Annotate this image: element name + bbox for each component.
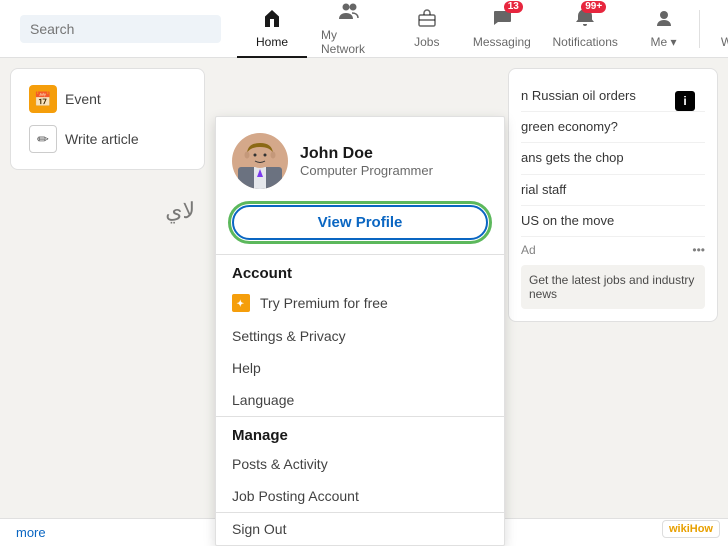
left-sidebar: 📅 Event ✏ Write article لاي xyxy=(0,58,215,546)
sign-out-item[interactable]: Sign Out xyxy=(216,513,504,545)
nav-item-work[interactable]: Work ▾ xyxy=(699,0,728,58)
posts-activity-label: Posts & Activity xyxy=(232,456,328,472)
settings-label: Settings & Privacy xyxy=(232,328,346,344)
wikihow-badge: wikiHow xyxy=(662,520,720,538)
nav-jobs-label: Jobs xyxy=(414,35,439,49)
arabic-text: لاي xyxy=(10,178,205,244)
svg-text:✦: ✦ xyxy=(237,299,245,309)
home-icon xyxy=(261,7,283,33)
nav-item-me[interactable]: Me ▾ xyxy=(629,0,699,58)
premium-icon: ✦ xyxy=(232,294,250,312)
event-icon: 📅 xyxy=(29,85,57,113)
nav-items: Home My Network Jobs 13 Messaging xyxy=(237,0,728,58)
notifications-badge: 99+ xyxy=(581,1,606,13)
ad-dots: ••• xyxy=(692,243,705,257)
news-card: i n Russian oil orders green economy? an… xyxy=(508,68,718,322)
sidebar-item-write[interactable]: ✏ Write article xyxy=(21,119,194,159)
dropdown-profile: John Doe Computer Programmer xyxy=(216,117,504,201)
messaging-badge: 13 xyxy=(504,1,523,13)
settings-item[interactable]: Settings & Privacy xyxy=(216,320,504,352)
language-label: Language xyxy=(232,392,294,408)
language-item[interactable]: Language xyxy=(216,384,504,416)
view-profile-button[interactable]: View Profile xyxy=(232,205,488,240)
dropdown-menu: John Doe Computer Programmer View Profil… xyxy=(215,116,505,546)
job-posting-item[interactable]: Job Posting Account xyxy=(216,480,504,512)
info-icon[interactable]: i xyxy=(675,91,695,111)
sidebar-item-event[interactable]: 📅 Event xyxy=(21,79,194,119)
news-subscribe: Get the latest jobs and industry news xyxy=(521,265,705,309)
news-item-3: ans gets the chop xyxy=(521,143,705,174)
help-item[interactable]: Help xyxy=(216,352,504,384)
sign-out-label: Sign Out xyxy=(232,521,286,537)
account-section-label: Account xyxy=(216,255,504,286)
nav-me-label: Me ▾ xyxy=(650,35,676,49)
messaging-icon: 13 xyxy=(491,7,513,33)
search-input[interactable] xyxy=(20,15,221,43)
wikihow-how: How xyxy=(690,523,713,535)
jobs-icon xyxy=(416,7,438,33)
job-posting-label: Job Posting Account xyxy=(232,488,359,504)
nav-network-label: My Network xyxy=(321,28,378,56)
right-news: i n Russian oil orders green economy? an… xyxy=(498,58,728,546)
nav-home-label: Home xyxy=(256,35,288,49)
more-label: more xyxy=(16,525,46,540)
nav-item-jobs[interactable]: Jobs xyxy=(392,0,462,58)
notifications-icon: 99+ xyxy=(574,7,596,33)
write-label: Write article xyxy=(65,131,139,147)
write-icon: ✏ xyxy=(29,125,57,153)
news-item-4: rial staff xyxy=(521,175,705,206)
top-navigation: in Home My Network Jobs xyxy=(0,0,728,58)
nav-item-home[interactable]: Home xyxy=(237,0,307,58)
ad-label: Ad xyxy=(521,243,536,257)
my-network-icon xyxy=(338,0,360,26)
manage-section-label: Manage xyxy=(216,417,504,448)
nav-notifications-label: Notifications xyxy=(553,35,618,49)
profile-title: Computer Programmer xyxy=(300,163,433,178)
me-icon xyxy=(653,7,675,33)
nav-messaging-label: Messaging xyxy=(473,35,531,49)
sidebar-card: 📅 Event ✏ Write article xyxy=(10,68,205,170)
premium-item[interactable]: ✦ Try Premium for free xyxy=(216,286,504,320)
nav-item-my-network[interactable]: My Network xyxy=(307,0,392,58)
nav-item-notifications[interactable]: 99+ Notifications xyxy=(542,0,629,58)
event-label: Event xyxy=(65,91,101,107)
news-item-2: green economy? xyxy=(521,112,705,143)
posts-activity-item[interactable]: Posts & Activity xyxy=(216,448,504,480)
main-content: 📅 Event ✏ Write article لاي i n Russian … xyxy=(0,58,728,546)
nav-item-messaging[interactable]: 13 Messaging xyxy=(462,0,542,58)
wikihow-wiki: wiki xyxy=(669,523,690,535)
news-item-5: US on the move xyxy=(521,206,705,237)
profile-info: John Doe Computer Programmer xyxy=(300,145,433,178)
profile-name: John Doe xyxy=(300,145,433,163)
nav-work-label: Work ▾ xyxy=(721,35,728,49)
avatar xyxy=(232,133,288,189)
premium-label: Try Premium for free xyxy=(260,295,388,311)
help-label: Help xyxy=(232,360,261,376)
ad-bar: Ad ••• xyxy=(521,243,705,257)
